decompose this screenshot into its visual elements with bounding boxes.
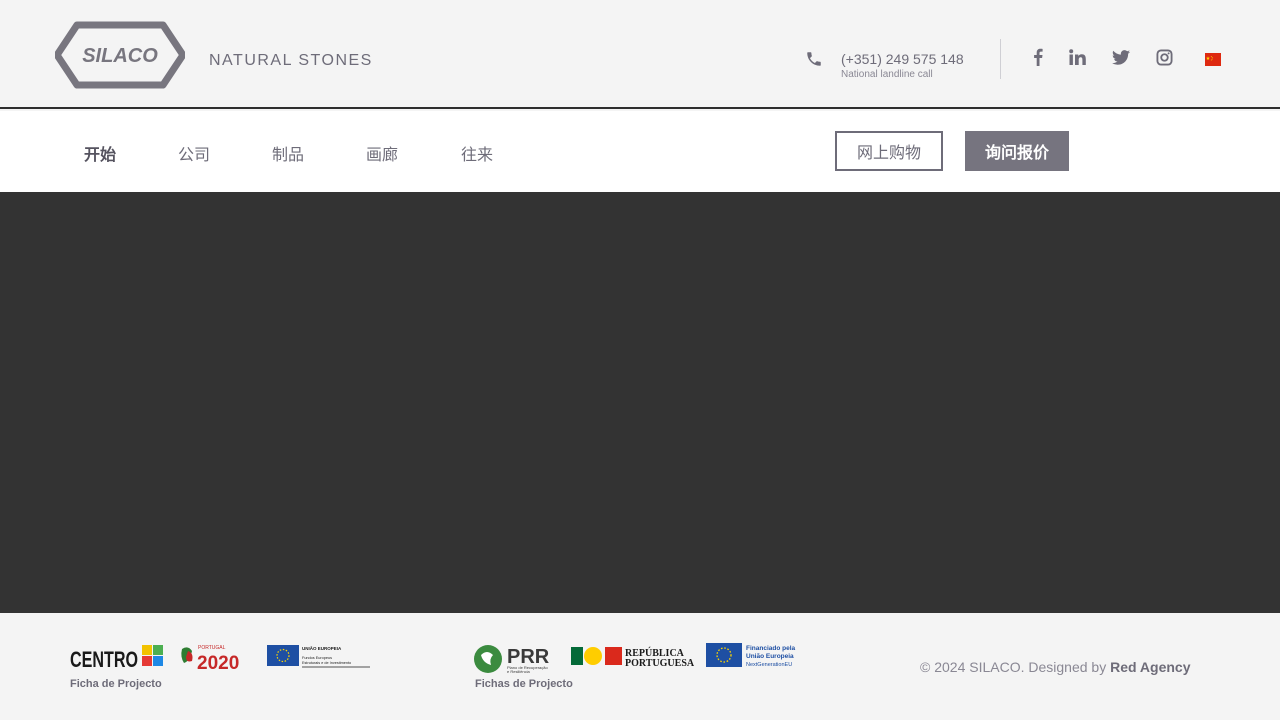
project-sheet-link[interactable]: Ficha de Projecto (70, 678, 162, 690)
nav-item-products[interactable]: 制品 (272, 141, 304, 165)
twitter-icon[interactable] (1111, 47, 1131, 67)
designer-link[interactable]: Red Agency (1110, 659, 1190, 675)
main-nav: 开始 公司 制品 画廊 往来 网上购物 询问报价 (0, 111, 1280, 192)
nav-item-gallery[interactable]: 画廊 (366, 141, 398, 165)
instagram-icon[interactable] (1154, 47, 1174, 67)
centro2020-logos: CENTRO PORTUGAL 2020 UNIÃO EUROPEIA Fund… (70, 645, 370, 674)
copyright-text: © 2024 SILACO. Designed by (920, 659, 1111, 675)
phone-note: National landline call (841, 69, 933, 80)
phone-icon (807, 52, 821, 66)
funding-logos-group-1[interactable]: CENTRO PORTUGAL 2020 UNIÃO EUROPEIA Fund… (70, 641, 370, 675)
svg-text:Fundos Europeus: Fundos Europeus (302, 656, 332, 660)
svg-text:NextGenerationEU: NextGenerationEU (746, 662, 792, 668)
project-sheets-link[interactable]: Fichas de Projecto (475, 678, 573, 690)
svg-text:e Resiliência: e Resiliência (507, 669, 530, 674)
nav-item-contact[interactable]: 往来 (461, 141, 493, 165)
hero-banner (0, 192, 1280, 613)
svg-text:Estruturais e de Investimento: Estruturais e de Investimento (302, 661, 351, 665)
prr-logos: PRR Plano de Recuperação e Resiliência R… (474, 643, 796, 674)
linkedin-icon[interactable] (1067, 47, 1087, 67)
facebook-icon[interactable] (1028, 47, 1048, 67)
header-divider (1000, 39, 1001, 79)
china-flag-icon[interactable] (1205, 53, 1221, 66)
nav-item-home[interactable]: 开始 (84, 141, 116, 165)
logo-text: SILACO (82, 45, 158, 67)
funding-logos-group-2[interactable]: PRR Plano de Recuperação e Resiliência R… (474, 641, 806, 675)
svg-text:Financiado pela: Financiado pela (746, 645, 796, 652)
svg-text:PORTUGAL: PORTUGAL (198, 645, 226, 651)
svg-text:2020: 2020 (197, 653, 239, 674)
copyright: © 2024 SILACO. Designed by Red Agency (920, 659, 1190, 675)
phone-number[interactable]: (+351) 249 575 148 (841, 51, 964, 67)
svg-text:União Europeia: União Europeia (746, 653, 794, 660)
svg-text:UNIÃO EUROPEIA: UNIÃO EUROPEIA (302, 645, 342, 651)
svg-text:CENTRO: CENTRO (70, 647, 138, 672)
footer: CENTRO PORTUGAL 2020 UNIÃO EUROPEIA Fund… (0, 613, 1280, 720)
top-header: SILACO NATURAL STONES (+351) 249 575 148… (0, 0, 1280, 109)
silaco-logo[interactable]: SILACO (55, 20, 185, 90)
online-shop-button[interactable]: 网上购物 (835, 131, 943, 171)
request-quote-button[interactable]: 询问报价 (965, 131, 1069, 171)
nav-item-company[interactable]: 公司 (178, 141, 210, 165)
tagline: NATURAL STONES (209, 52, 373, 69)
svg-text:PORTUGUESA: PORTUGUESA (625, 658, 695, 669)
